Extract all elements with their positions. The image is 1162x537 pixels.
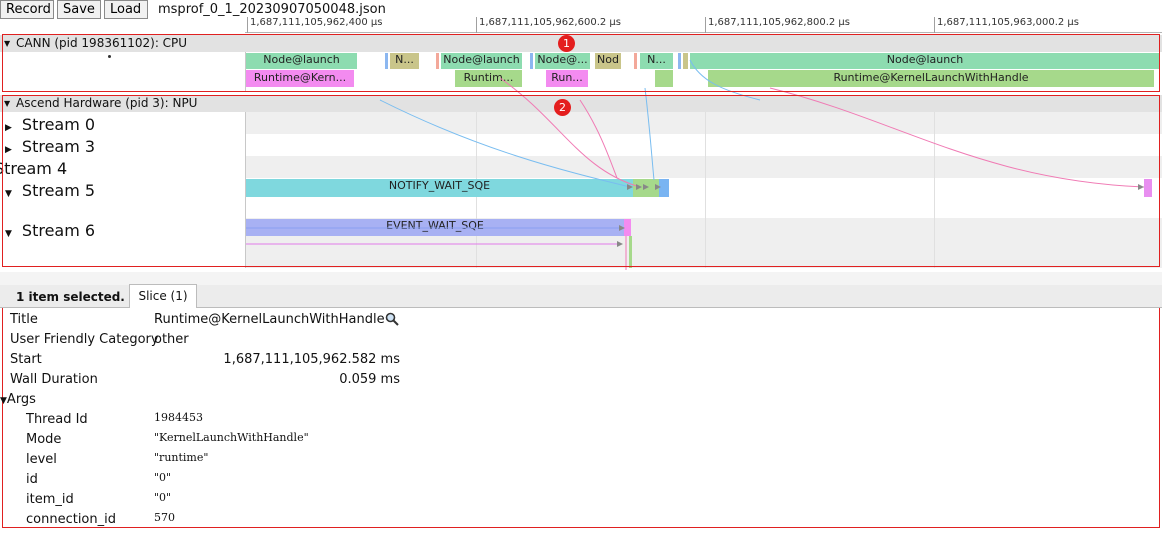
annotation-badge: 2	[554, 99, 571, 116]
selection-count: 1 item selected.	[16, 290, 125, 304]
arg-value: "0"	[154, 471, 172, 484]
magnifier-icon[interactable]	[385, 312, 399, 326]
arg-value: 1984453	[154, 411, 203, 424]
arg-key: item_id	[26, 492, 74, 507]
detail-key: Start	[10, 352, 42, 367]
detail-value: 1,687,111,105,962.582 ms	[223, 352, 400, 367]
annotation-badge: 1	[558, 35, 575, 52]
detail-value: other	[154, 332, 189, 347]
annotation-box	[2, 272, 1160, 528]
detail-value: 0.059 ms	[339, 372, 400, 387]
arg-key: Mode	[26, 432, 62, 447]
arg-key: Thread Id	[26, 412, 88, 427]
args-header[interactable]: ▼Args	[0, 392, 36, 409]
detail-key: Wall Duration	[10, 372, 98, 387]
triangle-down-icon[interactable]: ▼	[0, 396, 7, 406]
arg-value: "KernelLaunchWithHandle"	[154, 431, 309, 444]
arg-key: connection_id	[26, 512, 116, 527]
arg-value: 570	[154, 511, 175, 524]
arg-value: "0"	[154, 491, 172, 504]
arg-key: level	[26, 452, 57, 467]
detail-key: User Friendly Category	[10, 332, 159, 347]
arg-value: "runtime"	[154, 451, 209, 464]
annotation-box	[2, 95, 1160, 267]
args-label: Args	[6, 392, 36, 407]
arg-key: id	[26, 472, 38, 487]
tab-slice[interactable]: Slice (1)	[129, 284, 197, 308]
detail-key: Title	[10, 312, 38, 327]
annotation-box	[2, 34, 1160, 92]
detail-value: Runtime@KernelLaunchWithHandle	[154, 312, 385, 327]
